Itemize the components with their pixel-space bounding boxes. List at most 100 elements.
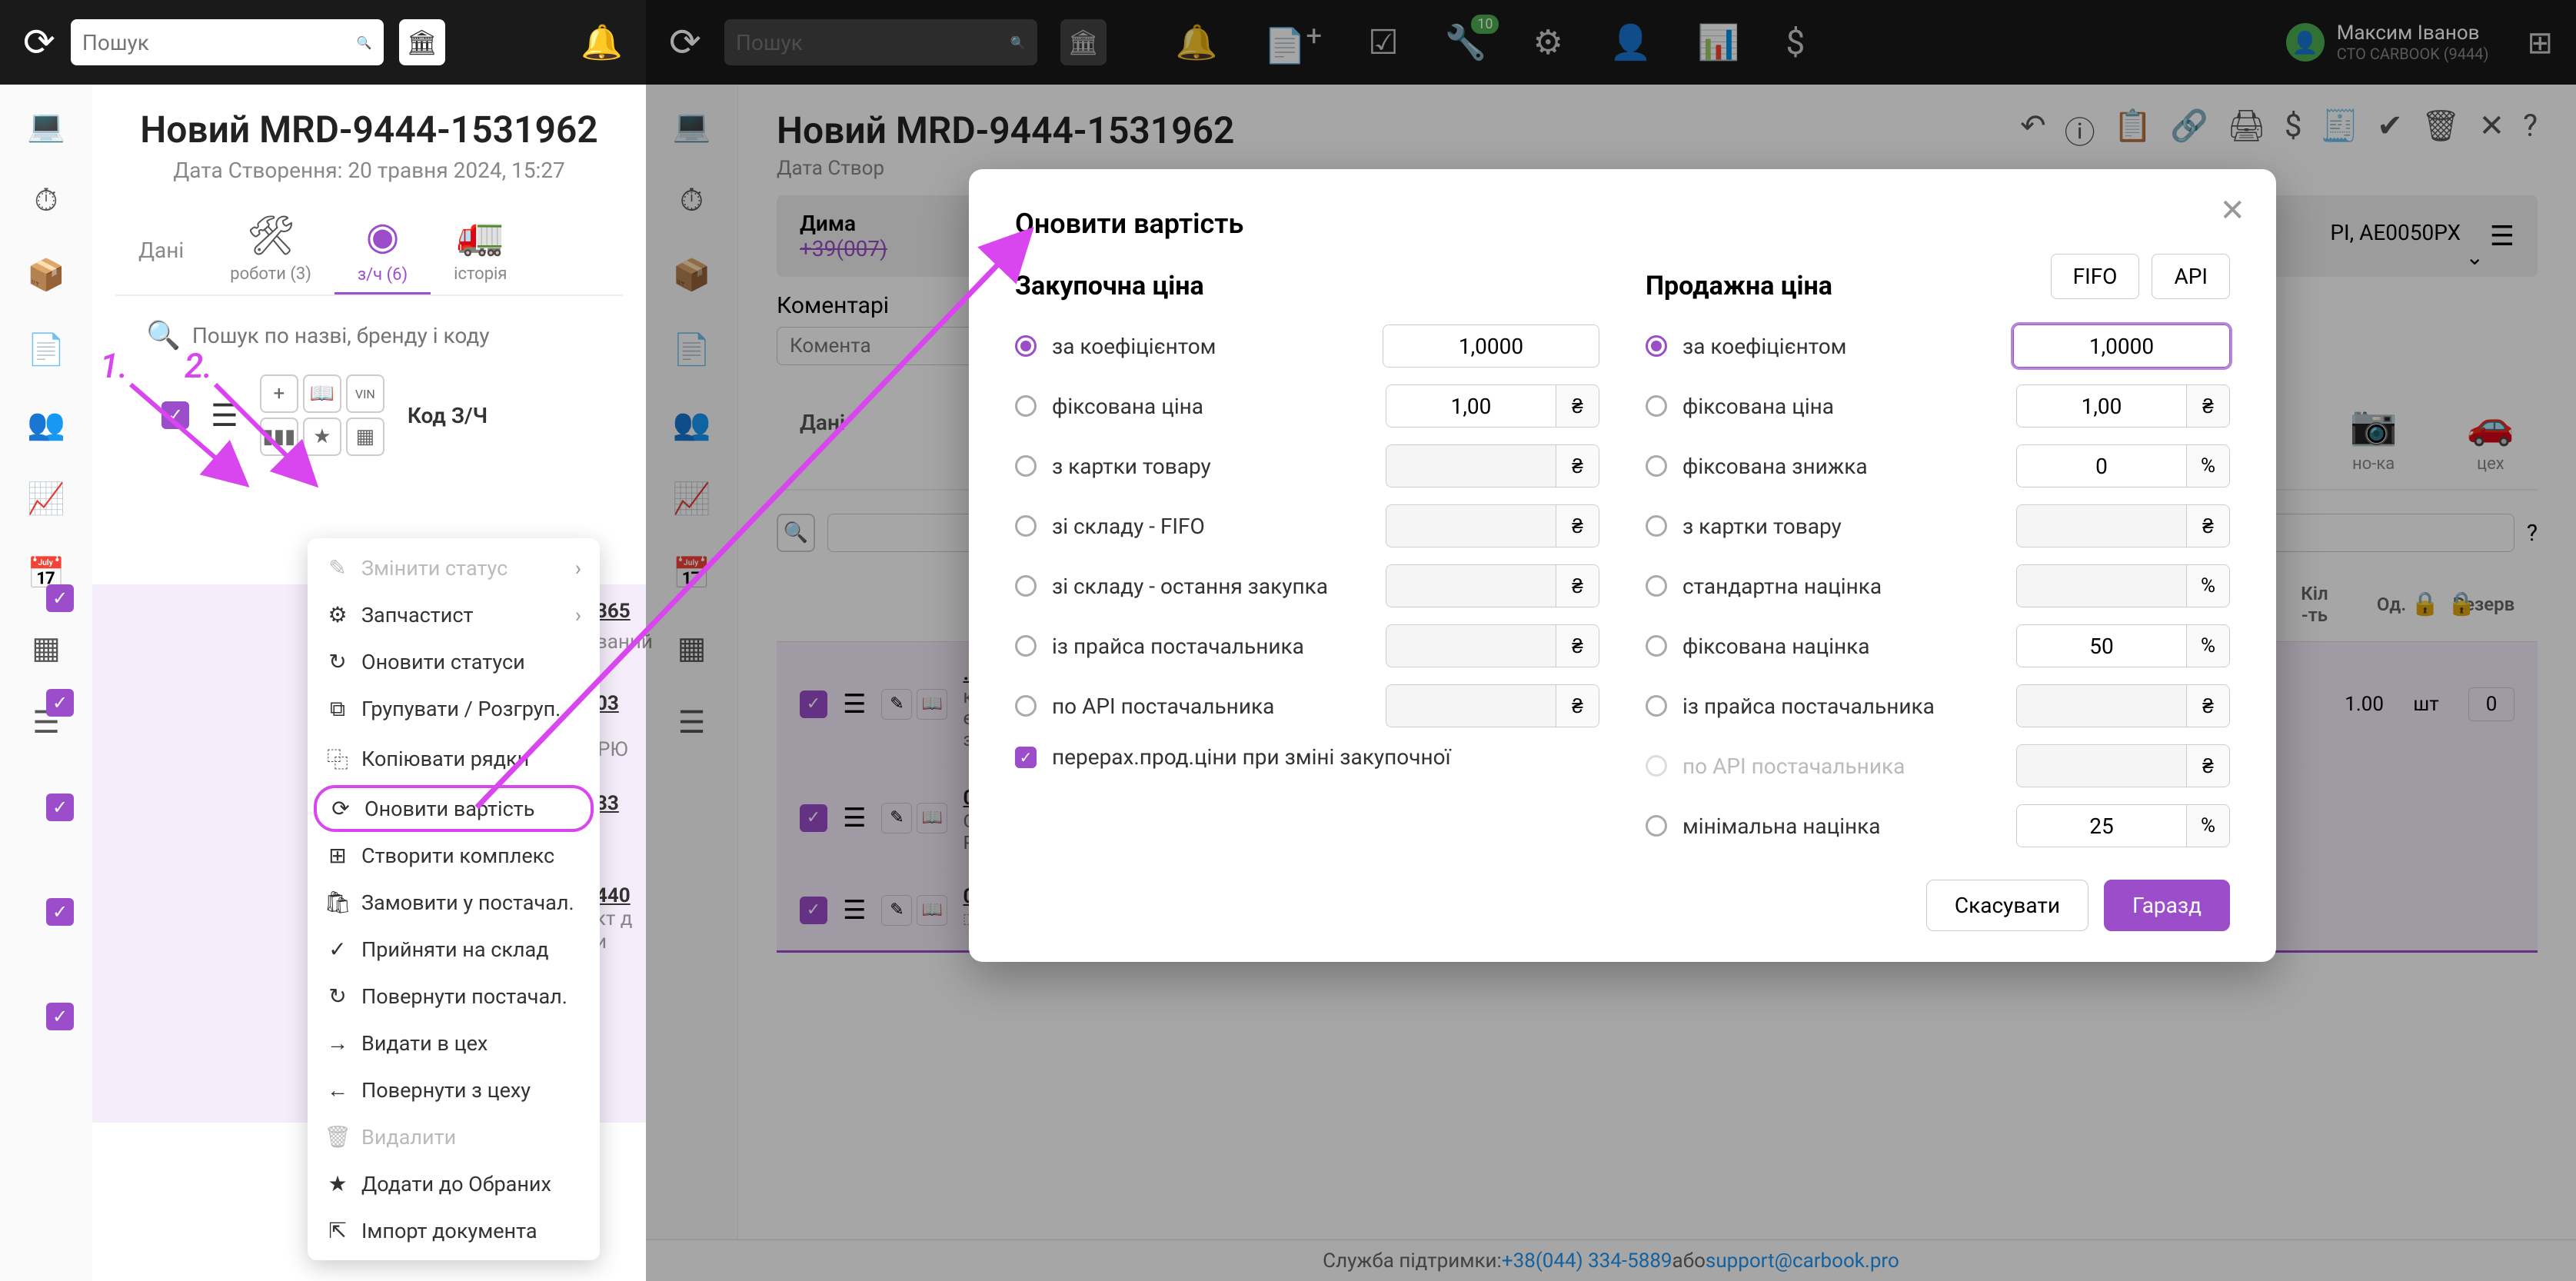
input-suffix: ₴ (1556, 445, 1599, 487)
fifo-button[interactable]: FIFO (2051, 254, 2140, 299)
sale-input[interactable] (2017, 625, 2186, 667)
recalc-checkbox[interactable]: ✓ (1015, 747, 1037, 768)
search-icon: 🔍 (357, 35, 372, 50)
purchase-radio[interactable] (1015, 635, 1037, 657)
purchase-input-wrap: ₴ (1386, 624, 1599, 667)
sidenav-chart-icon[interactable]: 📈 (27, 481, 65, 517)
context-menu-item[interactable]: ↻Повернути постачал. (308, 973, 600, 1020)
purchase-radio[interactable] (1015, 515, 1037, 537)
left-tabs: Дані 🛠 роботи (3) ◉ з/ч (6) 🚛 історія (115, 206, 623, 296)
recalc-label: перерах.прод.ціни при зміні закупочної (1052, 744, 1599, 770)
purchase-radio[interactable] (1015, 455, 1037, 477)
tab-works[interactable]: 🛠 роботи (3) (207, 206, 334, 294)
barcode-button[interactable]: ▮▮▮ (260, 418, 298, 456)
purchase-label: за коефіцієнтом (1052, 334, 1367, 359)
left-order-title: Новий MRD-9444-1531962 (115, 108, 623, 151)
tab-history[interactable]: 🚛 історія (431, 206, 530, 294)
sale-radio[interactable] (1646, 575, 1667, 597)
cancel-button[interactable]: Скасувати (1926, 880, 2088, 931)
menu-item-icon: ⇱ (326, 1218, 349, 1243)
sale-input-wrap (2013, 324, 2230, 368)
star-button[interactable]: ★ (303, 418, 341, 456)
purchase-field: з картки товару ₴ (1015, 444, 1599, 487)
sale-input (2017, 505, 2186, 547)
sale-label: мінімальна націнка (1682, 814, 2001, 839)
purchase-radio[interactable] (1015, 395, 1037, 417)
purchase-radio[interactable] (1015, 335, 1037, 357)
sale-label: фіксована націнка (1682, 634, 2001, 659)
add-button[interactable]: + (260, 374, 298, 413)
modal-title: Оновити вартість (1015, 208, 2230, 240)
hamburger-menu-icon[interactable]: ☰ (211, 398, 238, 434)
context-menu-item[interactable]: 🛍Замовити у постачал. (308, 879, 600, 926)
left-search-input[interactable] (82, 30, 357, 55)
sale-label: за коефіцієнтом (1682, 334, 1998, 359)
purchase-radio[interactable] (1015, 575, 1037, 597)
sale-input-wrap: % (2016, 564, 2230, 607)
context-menu-item[interactable]: ⿻Копіювати рядки (308, 733, 600, 785)
purchase-label: зі складу - FIFO (1052, 514, 1370, 539)
sidenav-box-icon[interactable]: 📦 (27, 257, 65, 293)
row-checkbox[interactable]: ✓ (46, 794, 74, 821)
sale-radio[interactable] (1646, 635, 1667, 657)
vin-button[interactable]: VIN (346, 374, 384, 413)
sale-input[interactable] (2014, 325, 2229, 367)
purchase-field: по API постачальника ₴ (1015, 684, 1599, 727)
api-button[interactable]: API (2152, 254, 2230, 299)
sale-radio[interactable] (1646, 335, 1667, 357)
purchase-input[interactable] (1386, 385, 1556, 427)
row-checkbox[interactable]: ✓ (46, 584, 74, 612)
tab-data[interactable]: Дані (115, 206, 207, 294)
context-menu-item[interactable]: ⇱Імпорт документа (308, 1207, 600, 1254)
context-menu-item[interactable]: →Видати в цех (308, 1020, 600, 1066)
institution-button[interactable]: 🏛 (399, 19, 445, 65)
purchase-label: зі складу - остання закупка (1052, 574, 1370, 599)
context-menu-item: ✎Змінити статус› (308, 544, 600, 591)
sale-radio[interactable] (1646, 395, 1667, 417)
context-menu-item[interactable]: ←Повернути з цеху (308, 1066, 600, 1113)
bell-icon[interactable]: 🔔 (581, 22, 623, 62)
context-menu-item[interactable]: ↻Оновити статуси (308, 638, 600, 685)
parts-search-input[interactable] (192, 323, 623, 348)
context-menu-item[interactable]: ⧉Групувати / Розгруп. (308, 685, 600, 733)
context-menu-item[interactable]: ⊞Створити комплекс (308, 832, 600, 879)
select-all-checkbox[interactable]: ✓ (161, 401, 189, 429)
row-checkbox[interactable]: ✓ (46, 689, 74, 717)
sidenav-people-icon[interactable]: 👥 (27, 406, 65, 442)
context-menu-item: 🗑Видалити (308, 1113, 600, 1160)
tab-parts[interactable]: ◉ з/ч (6) (334, 206, 431, 294)
menu-item-label: Прийняти на склад (361, 937, 549, 962)
context-menu-item[interactable]: ⚙Запчастист› (308, 591, 600, 638)
purchase-input (1386, 625, 1556, 667)
sidenav-laptop-icon[interactable]: 💻 (27, 108, 65, 144)
sale-radio[interactable] (1646, 455, 1667, 477)
chevron-right-icon: › (575, 603, 581, 627)
sidenav-doc-icon[interactable]: 📄 (27, 331, 65, 368)
context-menu-item[interactable]: ★Додати до Обраних (308, 1160, 600, 1207)
modal-close-icon[interactable]: ✕ (2219, 192, 2245, 228)
search-icon[interactable]: 🔍 (146, 319, 181, 351)
context-menu-item[interactable]: ⟳Оновити вартість (314, 785, 594, 832)
qr-button[interactable]: ▦ (346, 418, 384, 456)
parts-toolbar: ✓ ☰ + 📖 VIN ▮▮▮ ★ ▦ (161, 374, 384, 456)
left-panel: ⟳ 🔍 🏛 🔔 💻 ⏱ 📦 📄 👥 📈 📅 ▦ ☰ Новий MRD-9444… (0, 0, 646, 1281)
menu-item-icon: ✓ (326, 937, 349, 962)
row-checkbox[interactable]: ✓ (46, 1003, 74, 1030)
sale-radio[interactable] (1646, 515, 1667, 537)
sale-radio[interactable] (1646, 695, 1667, 717)
row-checkbox[interactable]: ✓ (46, 898, 74, 926)
purchase-radio[interactable] (1015, 695, 1037, 717)
sale-radio[interactable] (1646, 815, 1667, 837)
purchase-input-wrap (1383, 324, 1599, 368)
sidenav-gauge-icon[interactable]: ⏱ (34, 182, 58, 218)
context-menu-item[interactable]: ✓ Прийняти на склад (308, 926, 600, 973)
sale-input[interactable] (2017, 445, 2186, 487)
purchase-label: із прайса постачальника (1052, 634, 1370, 659)
left-search[interactable]: 🔍 (71, 19, 384, 65)
book-button[interactable]: 📖 (303, 374, 341, 413)
ok-button[interactable]: Гаразд (2104, 880, 2230, 931)
sale-input[interactable] (2017, 805, 2186, 847)
purchase-input-wrap: ₴ (1386, 564, 1599, 607)
sale-input[interactable] (2017, 385, 2186, 427)
purchase-input[interactable] (1383, 325, 1599, 367)
